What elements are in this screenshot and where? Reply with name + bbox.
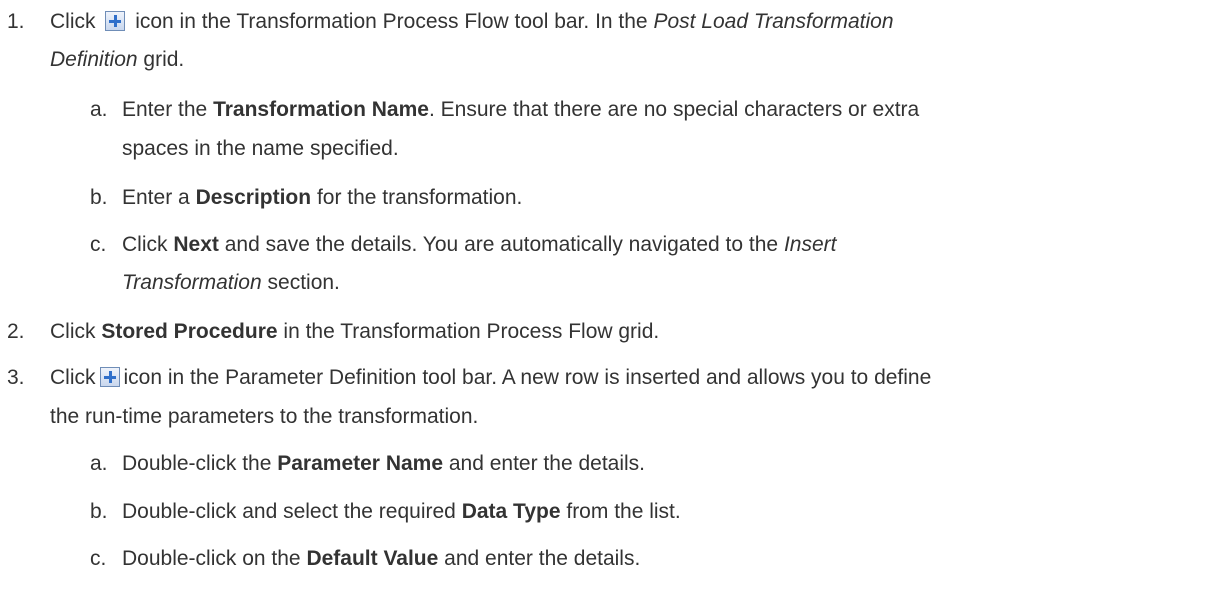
step-number: 1. [7,10,25,33]
bold-text: Stored Procedure [101,320,278,343]
add-row-icon [105,11,126,31]
text: spaces in the name specified. [122,137,399,160]
bold-text: Default Value [306,547,439,570]
text: and enter the details. [444,547,641,570]
text: grid. [143,48,185,71]
step-1c-line-2: Transformation section. [122,271,340,295]
step-1a-line-1: Enter the Transformation Name. Ensure th… [122,98,919,122]
text: Click [50,320,96,343]
bold-text: Parameter Name [277,452,444,475]
text: . Ensure that there are no special chara… [428,98,920,121]
sub-letter: c. [90,233,107,256]
step-number: 2. [7,320,25,343]
text: and save the details. You are automatica… [224,233,779,256]
step-number: 3. [7,366,25,389]
bold-text: Data Type [461,500,561,523]
sub-letter: a. [90,452,108,475]
step-1-line-2: Definition grid. [50,48,184,72]
step-3c-line: Double-click on the Default Value and en… [122,547,640,571]
text: Click [122,233,168,256]
text: Click [50,366,96,389]
bold-text: Transformation Name [213,98,429,121]
sub-letter: b. [90,186,108,209]
text: the run-time parameters to the transform… [50,405,479,428]
text: Double-click on the [122,547,301,570]
step-1a-line-2: spaces in the name specified. [122,137,399,161]
step-3-line-2: the run-time parameters to the transform… [50,405,478,429]
step-1b-line-1: Enter a Description for the transformati… [122,186,522,210]
bold-text: Description [195,186,312,209]
text: in the Transformation Process Flow grid. [283,320,660,343]
step-3b-line: Double-click and select the required Dat… [122,500,681,524]
instructions-document: 1. Click icon in the Transformation Proc… [0,0,1213,589]
emphasis-text: Insert [783,233,837,256]
step-1-line-1: Click icon in the Transformation Process… [50,10,894,34]
step-3a-line: Double-click the Parameter Name and ente… [122,452,645,476]
add-row-icon [99,367,120,387]
text: and enter the details. [448,452,645,475]
sub-letter: b. [90,500,108,523]
sub-letter: c. [90,547,107,570]
text: Double-click the [122,452,272,475]
text: for the transformation. [316,186,523,209]
text: from the list. [566,500,681,523]
emphasis-text: Transformation [122,271,262,294]
bold-text: Next [173,233,219,256]
emphasis-text: Definition [50,48,138,71]
text: Enter a [122,186,190,209]
text: Double-click and select the required [122,500,456,523]
sub-letter: a. [90,98,108,121]
step-3-line-1: Click icon in the Parameter Definition to… [50,366,931,390]
text: Click [50,10,96,33]
text: section. [267,271,340,294]
emphasis-text: Post Load Transformation [653,10,894,33]
step-1c-line-1: Click Next and save the details. You are… [122,233,836,257]
text: icon in the Parameter Definition tool ba… [123,366,932,389]
text: Enter the [122,98,208,121]
step-2-line-1: Click Stored Procedure in the Transforma… [50,320,659,344]
text: icon in the Transformation Process Flow … [135,10,648,33]
